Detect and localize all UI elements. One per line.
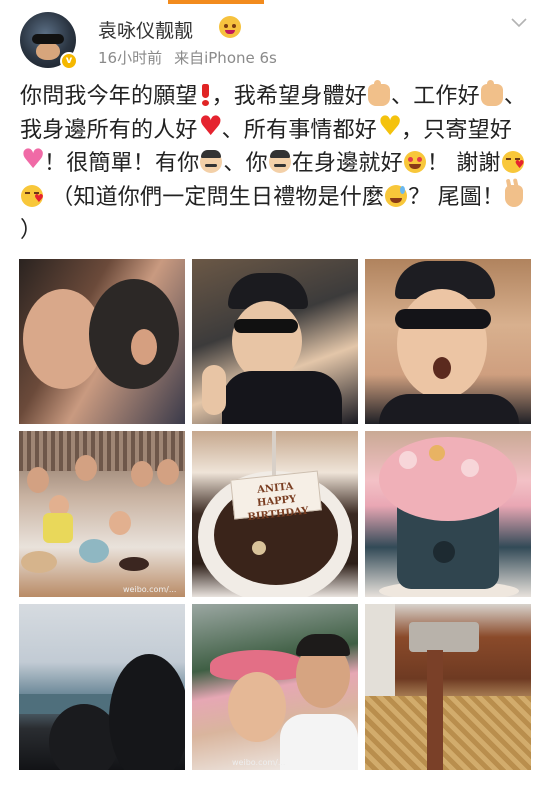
thumbs-up-emoji-icon bbox=[480, 80, 503, 106]
post-text-segment: ，只寄望好 bbox=[401, 117, 513, 143]
post-text-segment: ！很簡單！有你 bbox=[44, 151, 200, 176]
post-source[interactable]: 来自iPhone 6s bbox=[174, 49, 277, 67]
verified-badge-icon: v bbox=[60, 52, 78, 70]
man-emoji-icon bbox=[268, 150, 291, 173]
username[interactable]: 袁咏仪靓靓 bbox=[98, 16, 193, 43]
photo-wicker bbox=[365, 696, 531, 770]
post-text-segment: ，我希望身體好 bbox=[211, 84, 368, 109]
photo-4[interactable]: weibo.com/... bbox=[19, 431, 185, 597]
photo-flower bbox=[461, 459, 479, 477]
photo-flower bbox=[429, 445, 445, 461]
sweat-smile-emoji-icon bbox=[385, 184, 408, 207]
kiss-emoji-icon bbox=[219, 16, 241, 38]
photo-jacket bbox=[222, 371, 342, 424]
sparkling-heart-emoji-icon bbox=[21, 145, 45, 175]
photo-watermark: weibo.com/... bbox=[123, 585, 177, 594]
photo-face bbox=[228, 672, 286, 742]
dropdown-chevron-icon[interactable] bbox=[510, 14, 528, 32]
avatar-glasses bbox=[32, 34, 64, 44]
photo-hair bbox=[296, 634, 350, 656]
photo-flower bbox=[399, 451, 417, 469]
photo-jacket bbox=[379, 394, 519, 424]
photo-person bbox=[157, 459, 179, 485]
red-heart-emoji-icon bbox=[199, 112, 223, 142]
photo-cake-decoration bbox=[252, 541, 266, 555]
photo-mouth bbox=[433, 357, 451, 379]
photo-face bbox=[397, 289, 487, 399]
photo-bag-clasp bbox=[409, 622, 479, 652]
post-text-segment: 、你 bbox=[223, 151, 268, 176]
avatar-face bbox=[36, 42, 60, 60]
photo-6[interactable] bbox=[365, 431, 531, 597]
photo-watermark: weibo.com/... bbox=[232, 758, 286, 767]
post-text-segment: ！ 謝謝 bbox=[426, 151, 501, 176]
photo-7[interactable] bbox=[19, 604, 185, 770]
photo-person bbox=[27, 467, 49, 493]
photo-sunglasses bbox=[395, 309, 491, 329]
post-text-segment: 、工作好 bbox=[391, 84, 480, 109]
yellow-heart-emoji-icon bbox=[378, 112, 402, 142]
photo-9[interactable] bbox=[365, 604, 531, 770]
photo-8[interactable]: weibo.com/... bbox=[192, 604, 358, 770]
heart-eyes-emoji-icon bbox=[403, 151, 426, 173]
man-emoji-icon bbox=[200, 150, 223, 173]
photo-shirt bbox=[43, 513, 73, 543]
photo-shirt bbox=[280, 714, 358, 770]
photo-leather-strap bbox=[427, 650, 443, 770]
exclamation-emoji-icon bbox=[199, 84, 211, 106]
photo-cake-logo bbox=[433, 541, 455, 563]
photo-sunglasses bbox=[234, 319, 298, 333]
post-text-segment: 在身邊就好 bbox=[291, 151, 403, 176]
photo-cake bbox=[119, 557, 149, 571]
photo-3[interactable] bbox=[365, 259, 531, 424]
photo-flower-top bbox=[379, 437, 517, 521]
post-text: 你問我今年的願望，我希望身體好、工作好、我身邊所有的人好、所有事情都好，只寄望好… bbox=[20, 80, 535, 248]
post-time: 16小时前 bbox=[98, 49, 163, 67]
victory-hand-emoji-icon bbox=[505, 184, 524, 207]
photo-5[interactable]: ANITA HAPPY BIRTHDAY bbox=[192, 431, 358, 597]
top-accent-bar bbox=[168, 0, 264, 4]
photo-cake bbox=[21, 551, 57, 573]
blowing-kiss-emoji-icon bbox=[21, 184, 44, 207]
photo-ear bbox=[131, 329, 157, 365]
post-text-segment: ？ 尾圖！ bbox=[408, 184, 505, 210]
post-text-segment: ） bbox=[20, 218, 43, 243]
post-text-segment: （知道你們一定問生日禮物是什麼 bbox=[44, 184, 385, 210]
cake-plaque-text: ANITA HAPPY BIRTHDAY bbox=[230, 470, 322, 523]
photo-silhouette bbox=[109, 654, 185, 770]
photo-2[interactable] bbox=[192, 259, 358, 424]
photo-peace-hand bbox=[202, 365, 226, 415]
thumbs-up-emoji-icon bbox=[368, 80, 391, 106]
photo-candle bbox=[272, 431, 276, 479]
post-text-segment: 你問我今年的願望 bbox=[20, 84, 198, 109]
photo-person bbox=[75, 455, 97, 481]
photo-cake bbox=[79, 539, 109, 563]
photo-child bbox=[109, 511, 131, 535]
blowing-kiss-emoji-icon bbox=[501, 151, 525, 173]
photo-1[interactable] bbox=[19, 259, 185, 424]
post-text-segment: 、所有事情都好 bbox=[221, 117, 378, 143]
photo-face bbox=[232, 301, 302, 381]
photo-person bbox=[131, 461, 153, 487]
post-meta: 16小时前 来自iPhone 6s bbox=[98, 47, 277, 68]
